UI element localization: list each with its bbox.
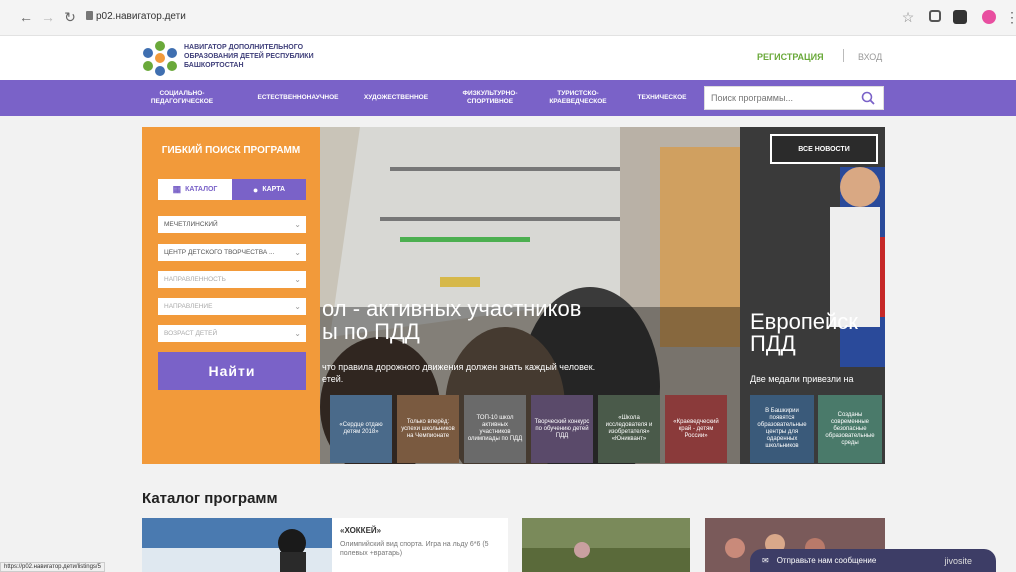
select-organization[interactable]: Центр детского творчества ... ⌄ bbox=[158, 244, 306, 261]
news-thumb[interactable]: «Школа исследователя и изобретателя» «Юн… bbox=[598, 395, 660, 463]
search-input[interactable] bbox=[705, 87, 855, 109]
search-icon[interactable] bbox=[861, 91, 875, 105]
menu-item-technical[interactable]: Техническое bbox=[626, 84, 698, 112]
chevron-down-icon: ⌄ bbox=[294, 275, 301, 284]
program-photo bbox=[522, 518, 690, 572]
select-focus[interactable]: Направленность ⌄ bbox=[158, 271, 306, 288]
login-link[interactable]: Вход bbox=[858, 52, 882, 62]
news-thumb[interactable]: «Сердце отдаю детям 2018» bbox=[330, 395, 392, 463]
extension-cube-icon[interactable] bbox=[929, 10, 941, 22]
select-value: Возраст детей bbox=[164, 330, 218, 337]
card-title[interactable]: «Хоккей» bbox=[340, 526, 381, 535]
catalog-heading: Каталог программ bbox=[142, 490, 278, 507]
slide-title-line2: ы по ПДД bbox=[322, 319, 420, 344]
news-thumb[interactable]: «Краеведческий край - детям России» bbox=[665, 395, 727, 463]
menu-item-tourism[interactable]: Туристско-краеведческое bbox=[536, 84, 620, 112]
search-box bbox=[704, 86, 884, 110]
tab-catalog-label: Каталог bbox=[185, 186, 218, 193]
menu-item-art[interactable]: Художественное bbox=[354, 84, 438, 112]
slide-title-line1: ол - активных участников bbox=[322, 296, 582, 321]
card-description: Олимпийский вид спорта. Игра на льду 6*6… bbox=[340, 541, 489, 557]
chat-label: Отправьте нам сообщение bbox=[776, 556, 877, 565]
hockey-photo bbox=[142, 518, 332, 572]
extension-profile-icon[interactable] bbox=[982, 10, 996, 24]
news-thumb[interactable]: ТОП-10 школ активных участников олимпиад… bbox=[464, 395, 526, 463]
filter-title: Гибкий поиск программ bbox=[161, 145, 301, 156]
forward-icon[interactable]: → bbox=[40, 9, 56, 25]
slide-subtitle-line2: етей. bbox=[322, 374, 344, 384]
menu-kebab-icon[interactable]: ⋮ bbox=[1004, 9, 1016, 25]
back-icon[interactable]: ← bbox=[18, 9, 34, 25]
select-age[interactable]: Возраст детей ⌄ bbox=[158, 325, 306, 342]
tab-catalog[interactable]: ▦ Каталог bbox=[158, 179, 232, 200]
chevron-down-icon: ⌄ bbox=[294, 302, 301, 311]
select-municipality[interactable]: Мечетлинский ⌄ bbox=[158, 216, 306, 233]
menu-item-sport[interactable]: Физкультурно-спортивное bbox=[450, 84, 530, 112]
program-card[interactable] bbox=[522, 518, 690, 572]
address-bar[interactable]: p02.навигатор.дети bbox=[96, 11, 186, 22]
program-card[interactable]: «Хоккей» Олимпийский вид спорта. Игра на… bbox=[142, 518, 508, 572]
select-value: Мечетлинский bbox=[164, 221, 218, 228]
chat-icon: ✉ bbox=[762, 556, 769, 565]
select-value: Направление bbox=[164, 303, 213, 310]
navigator-logo-icon[interactable] bbox=[142, 40, 178, 76]
chat-widget[interactable]: ✉ Отправьте нам сообщение jivosite bbox=[750, 549, 996, 572]
browser-toolbar: ← → ↻ p02.навигатор.дети ☆ ⋮ bbox=[0, 0, 1016, 36]
tab-map[interactable]: ● Карта bbox=[232, 179, 306, 200]
map-pin-icon: ● bbox=[252, 184, 259, 195]
news-thumb[interactable]: В Башкирии появятся образовательные цент… bbox=[750, 395, 814, 463]
news-thumb[interactable]: Творческий конкурс по обучению детей ПДД bbox=[531, 395, 593, 463]
slide-subtitle: что правила дорожного движения должен зн… bbox=[322, 362, 596, 372]
status-bar-url: https://p02.навигатор.дети/listings/5 bbox=[0, 562, 105, 572]
select-value: Направленность bbox=[164, 276, 226, 283]
menu-item-science[interactable]: Естественнонаучное bbox=[248, 84, 348, 112]
filter-panel bbox=[142, 127, 320, 464]
register-link[interactable]: Регистрация bbox=[757, 52, 824, 62]
logo-title[interactable]: Навигатор дополнительного образования де… bbox=[184, 43, 344, 70]
lock-icon bbox=[86, 11, 93, 20]
find-button[interactable]: Найти bbox=[158, 352, 306, 390]
reload-icon[interactable]: ↻ bbox=[62, 9, 78, 25]
news-thumb[interactable]: Только вперёд: успехи школьников на Чемп… bbox=[397, 395, 459, 463]
chevron-down-icon: ⌄ bbox=[294, 220, 301, 229]
chat-brand: jivosite bbox=[944, 555, 972, 566]
star-icon[interactable]: ☆ bbox=[900, 9, 916, 25]
chevron-down-icon: ⌄ bbox=[294, 248, 301, 257]
news-thumb[interactable]: Созданы современные безопасные образоват… bbox=[818, 395, 882, 463]
grid-icon: ▦ bbox=[172, 184, 182, 194]
select-value: Центр детского творчества ... bbox=[164, 249, 275, 256]
extension-translate-icon[interactable] bbox=[953, 10, 967, 24]
menu-item-social[interactable]: Социально-педагогическое bbox=[142, 84, 222, 112]
chevron-down-icon: ⌄ bbox=[294, 329, 301, 338]
tab-map-label: Карта bbox=[262, 186, 286, 193]
side-slide-subtitle: Две медали привезли на bbox=[750, 374, 854, 384]
side-slide-title-line2: ПДД bbox=[750, 331, 796, 356]
select-direction[interactable]: Направление ⌄ bbox=[158, 298, 306, 315]
all-news-button[interactable]: Все новости bbox=[770, 134, 878, 164]
header-divider bbox=[843, 49, 844, 62]
